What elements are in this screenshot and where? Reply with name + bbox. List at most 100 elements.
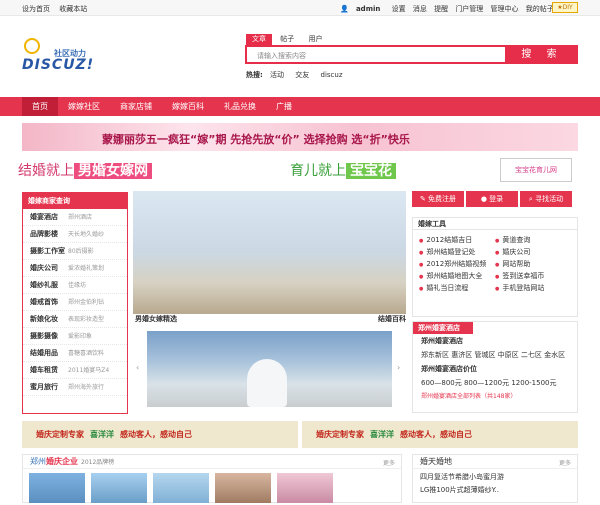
merchant-row[interactable]: 婚庆公司 爱浓婚礼策划	[23, 260, 127, 277]
merchant-desc: 郑州金伯利钻	[68, 299, 105, 306]
hot-item[interactable]: 活动	[270, 71, 284, 79]
nav-gifts[interactable]: 礼品兑换	[214, 97, 266, 116]
venue-tab[interactable]: 郑州婚宴酒店	[413, 322, 473, 334]
logo-en-text: DISCUZ!	[22, 57, 95, 73]
right-panel: ✎ 免费注册● 登录⌕ 寻找活动 婚嫁工具 2012结婚吉日黄道查询郑州结婚登记…	[412, 191, 578, 413]
company-title-a: 郑州	[30, 457, 46, 466]
banner-2-pre2: 育儿就上	[290, 163, 346, 179]
tool-link[interactable]: 2012结婚吉日	[419, 234, 495, 246]
promo-banner-2[interactable]: 结婚就上 男婚女嫁网 育儿就上 宝宝花 宝宝花育儿网	[0, 155, 578, 185]
tab-article[interactable]: 文章	[246, 34, 272, 45]
prev-arrow-icon[interactable]: ‹	[136, 363, 139, 372]
company-thumb[interactable]	[29, 473, 85, 503]
set-homepage-link[interactable]: 设为首页	[22, 5, 50, 13]
slide-caption-right: 结婚百科	[378, 315, 406, 323]
hot-item[interactable]: 交友	[295, 71, 309, 79]
tool-link[interactable]: 婚礼当日流程	[419, 282, 495, 294]
company-thumb[interactable]	[215, 473, 271, 503]
diy-button[interactable]: ★DIY	[552, 2, 578, 13]
venue-prices[interactable]: 600—800元 800—1200元 1200-1500元	[413, 376, 577, 390]
news-title: 婚天婚地	[413, 455, 577, 469]
merchant-category: 摄影工作室	[30, 247, 65, 255]
company-section-title: 郑州婚庆企业 2012品牌榜	[23, 455, 401, 469]
merchant-row[interactable]: 摄影摄像 爱影印象	[23, 328, 127, 345]
register-button[interactable]: ✎ 免费注册	[412, 191, 464, 207]
merchant-category: 蜜月旅行	[30, 383, 58, 391]
banner-2-hl1: 男婚女嫁网	[74, 163, 152, 179]
venue-all-link[interactable]: 郑州婚宴酒店全部列表（共148家）	[413, 390, 577, 404]
next-arrow-icon[interactable]: ›	[397, 363, 400, 372]
tool-link[interactable]: 郑州结婚地图大全	[419, 270, 495, 282]
ad-part-b: 喜洋洋	[90, 430, 114, 439]
merchant-row[interactable]: 摄影工作室 80后摄影	[23, 243, 127, 260]
tool-link[interactable]: 签到送幸福币	[495, 270, 571, 282]
venue-box: 郑州婚宴酒店 郑州婚宴酒店 郑东新区 惠济区 管城区 中原区 二七区 金水区 郑…	[412, 321, 578, 413]
nav-home[interactable]: 首页	[22, 97, 58, 116]
tool-link[interactable]: 郑州结婚登记处	[419, 246, 495, 258]
tool-link[interactable]: 手机登陆网站	[495, 282, 571, 294]
site-logo[interactable]: 社区动力 DISCUZ!	[22, 38, 112, 78]
merchant-desc: 天长地久婚纱	[68, 231, 105, 238]
login-label: 登录	[489, 195, 504, 203]
nav-broadcast[interactable]: 广播	[266, 97, 302, 116]
search-input[interactable]: 请输入搜索内容	[245, 45, 507, 64]
news-more-link[interactable]: 更多	[559, 458, 571, 467]
tool-link[interactable]: 黄道查询	[495, 234, 571, 246]
venue-name[interactable]: 郑州婚宴酒店	[413, 334, 577, 348]
news-item[interactable]: LG推100片式超薄婚纱Y..	[413, 482, 577, 495]
username-link[interactable]: admin	[356, 5, 380, 13]
portal-admin-link[interactable]: 门户管理	[455, 5, 483, 13]
merchant-row[interactable]: 婚纱礼服 佳缘坊	[23, 277, 127, 294]
settings-link[interactable]: 设置	[392, 5, 406, 13]
company-thumb[interactable]	[91, 473, 147, 503]
merchant-desc: 郑州酒店	[68, 214, 93, 221]
company-thumbs	[29, 473, 339, 505]
merchant-row[interactable]: 婚车租赁 2011婚宴马Z4	[23, 362, 127, 379]
nav-shops[interactable]: 商家店铺	[110, 97, 162, 116]
merchant-row[interactable]: 婚戒首饰 郑州金伯利钻	[23, 294, 127, 311]
merchant-category: 婚宴酒店	[30, 213, 58, 221]
admin-center-link[interactable]: 管理中心	[491, 5, 519, 13]
merchant-category: 婚庆公司	[30, 264, 58, 272]
ad-part-a: 婚庆定制专家	[316, 430, 364, 439]
banner-2-right: 育儿就上 宝宝花	[290, 160, 396, 180]
wedding-photo-slide[interactable]	[147, 331, 392, 407]
company-thumb[interactable]	[277, 473, 333, 503]
tab-users[interactable]: 用户	[302, 34, 328, 45]
company-section: 郑州婚庆企业 2012品牌榜 更多	[22, 454, 402, 503]
merchant-row[interactable]: 婚宴酒店 郑州酒店	[23, 209, 127, 226]
nav-community[interactable]: 嫁嫁社区	[58, 97, 110, 116]
merchant-row[interactable]: 品牌影楼 天长地久婚纱	[23, 226, 127, 243]
my-posts-link[interactable]: 我的帖子	[526, 5, 554, 13]
company-more-link[interactable]: 更多	[383, 458, 395, 467]
search-button[interactable]: 搜 索	[506, 45, 578, 64]
company-thumb[interactable]	[153, 473, 209, 503]
ad-part-c: 感动客人，感动自己	[120, 430, 192, 439]
nav-wiki[interactable]: 嫁嫁百科	[162, 97, 214, 116]
ad-strip-right[interactable]: 婚庆定制专家 喜洋洋 感动客人，感动自己	[302, 421, 578, 448]
login-button[interactable]: ● 登录	[466, 191, 518, 207]
venue-regions[interactable]: 郑东新区 惠济区 管城区 中原区 二七区 金水区	[413, 348, 577, 362]
tool-link[interactable]: 网站帮助	[495, 258, 571, 270]
reminders-link[interactable]: 提醒	[434, 5, 448, 13]
bookmark-link[interactable]: 收藏本站	[59, 5, 87, 13]
ad-strip-left[interactable]: 婚庆定制专家 喜洋洋 感动客人，感动自己	[22, 421, 298, 448]
find-events-button[interactable]: ⌕ 寻找活动	[520, 191, 572, 207]
merchant-desc: 爱浓婚礼策划	[68, 265, 105, 272]
tool-link[interactable]: 2012郑州结婚视频	[419, 258, 495, 270]
featured-slide[interactable]: 男婚女嫁精选 结婚百科	[133, 191, 406, 323]
merchant-row[interactable]: 蜜月旅行 郑州海外旅行	[23, 379, 127, 396]
tool-link[interactable]: 婚庆公司	[495, 246, 571, 258]
news-item[interactable]: 四月复活节希腊小岛蜜月游	[413, 469, 577, 482]
venue-price-label: 郑州婚宴酒店价位	[421, 365, 477, 373]
hot-item[interactable]: discuz	[321, 71, 343, 79]
merchant-row[interactable]: 结婚用品 喜糖喜酒饮料	[23, 345, 127, 362]
ad-text: 婚庆定制专家 喜洋洋 感动客人，感动自己	[36, 429, 192, 440]
messages-link[interactable]: 消息	[413, 5, 427, 13]
promo-banner-1[interactable]: 蒙娜丽莎五一疯狂“嫁”期 先抢先放“价” 选择抢购 选“折”快乐	[22, 123, 578, 151]
merchant-category: 婚戒首饰	[30, 298, 58, 306]
merchant-row[interactable]: 新娘化妆 表现彩妆造型	[23, 311, 127, 328]
tab-posts[interactable]: 帖子	[274, 34, 300, 45]
banner-2-pre1: 结婚就上	[18, 163, 74, 179]
merchant-category: 新娘化妆	[30, 315, 58, 323]
